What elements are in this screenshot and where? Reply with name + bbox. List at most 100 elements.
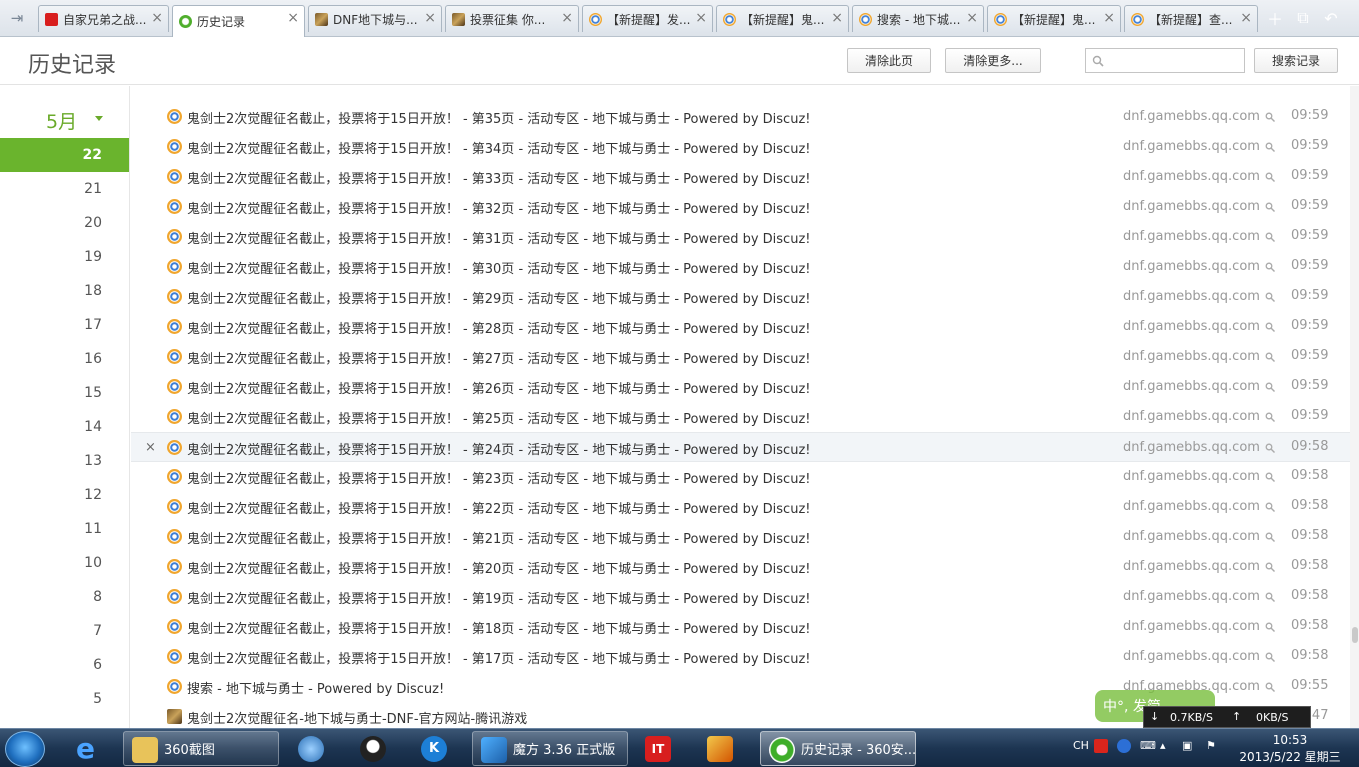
taskbar-item-mofang[interactable]: 魔方 3.36 正式版 <box>472 731 628 766</box>
history-row[interactable]: 鬼剑士2次觉醒征名截止，投票将于15日开放！ - 第22页 - 活动专区 - 地… <box>131 492 1350 522</box>
day-item[interactable]: 12 <box>12 478 102 512</box>
search-domain-icon[interactable] <box>1265 682 1275 692</box>
history-row[interactable]: 鬼剑士2次觉醒征名截止，投票将于15日开放！ - 第28页 - 活动专区 - 地… <box>131 312 1350 342</box>
history-title-link[interactable]: 搜索 - 地下城与勇士 - Powered by Discuz! <box>187 678 444 697</box>
action-center-flag-icon[interactable]: ⚑ <box>1206 739 1216 752</box>
day-item[interactable]: 16 <box>12 342 102 376</box>
search-domain-icon[interactable] <box>1265 202 1275 212</box>
new-tab-button[interactable]: ＋ <box>1262 6 1288 30</box>
close-tab-icon[interactable]: × <box>831 11 843 25</box>
month-dropdown[interactable]: 5月 <box>0 100 129 140</box>
history-row[interactable]: 鬼剑士2次觉醒征名截止，投票将于15日开放！ - 第34页 - 活动专区 - 地… <box>131 132 1350 162</box>
taskbar-item-browser[interactable]: 历史记录 - 360安... <box>760 731 916 766</box>
history-title-link[interactable]: 鬼剑士2次觉醒征名截止，投票将于15日开放！ - 第31页 - 活动专区 - 地… <box>187 228 810 247</box>
day-item[interactable]: 17 <box>12 308 102 342</box>
close-tab-icon[interactable]: × <box>966 11 978 25</box>
day-item[interactable]: 21 <box>12 172 102 206</box>
search-domain-icon[interactable] <box>1265 443 1275 453</box>
history-title-link[interactable]: 鬼剑士2次觉醒征名-地下城与勇士-DNF-官方网站-腾讯游戏 <box>187 708 527 727</box>
start-button[interactable] <box>5 731 45 767</box>
qq-icon[interactable] <box>356 731 394 766</box>
restore-tabs-icon[interactable]: ⧉ <box>1290 6 1316 30</box>
close-tab-icon[interactable]: × <box>561 11 573 25</box>
day-item[interactable]: 14 <box>12 410 102 444</box>
sogou-ime-icon[interactable] <box>1094 739 1108 753</box>
search-domain-icon[interactable] <box>1265 622 1275 632</box>
history-row[interactable]: 鬼剑士2次觉醒征名截止，投票将于15日开放！ - 第25页 - 活动专区 - 地… <box>131 402 1350 432</box>
browser-tab[interactable]: DNF地下城与... × <box>308 5 442 32</box>
history-title-link[interactable]: 鬼剑士2次觉醒征名截止，投票将于15日开放！ - 第21页 - 活动专区 - 地… <box>187 528 810 547</box>
browser-tab[interactable]: 历史记录 × <box>172 5 305 37</box>
day-item[interactable]: 13 <box>12 444 102 478</box>
close-tab-icon[interactable]: × <box>151 11 163 25</box>
history-row[interactable]: 鬼剑士2次觉醒征名截止，投票将于15日开放！ - 第32页 - 活动专区 - 地… <box>131 192 1350 222</box>
clear-more-button[interactable]: 清除更多... <box>945 48 1041 73</box>
browser-tab[interactable]: 【新提醒】鬼... × <box>716 5 849 32</box>
history-title-link[interactable]: 鬼剑士2次觉醒征名截止，投票将于15日开放！ - 第17页 - 活动专区 - 地… <box>187 648 810 667</box>
history-title-link[interactable]: 鬼剑士2次觉醒征名截止，投票将于15日开放！ - 第35页 - 活动专区 - 地… <box>187 108 810 127</box>
search-domain-icon[interactable] <box>1265 562 1275 572</box>
search-domain-icon[interactable] <box>1265 172 1275 182</box>
history-row[interactable]: × 鬼剑士2次觉醒征名截止，投票将于15日开放！ - 第24页 - 活动专区 - … <box>131 432 1350 462</box>
history-row[interactable]: 鬼剑士2次觉醒征名截止，投票将于15日开放！ - 第20页 - 活动专区 - 地… <box>131 552 1350 582</box>
history-title-link[interactable]: 鬼剑士2次觉醒征名截止，投票将于15日开放！ - 第23页 - 活动专区 - 地… <box>187 468 810 487</box>
history-title-link[interactable]: 鬼剑士2次觉醒征名截止，投票将于15日开放！ - 第28页 - 活动专区 - 地… <box>187 318 810 337</box>
undo-close-tab-icon[interactable]: ↶ <box>1318 6 1344 30</box>
search-domain-icon[interactable] <box>1265 652 1275 662</box>
history-title-link[interactable]: 鬼剑士2次觉醒征名截止，投票将于15日开放！ - 第20页 - 活动专区 - 地… <box>187 558 810 577</box>
history-title-link[interactable]: 鬼剑士2次觉醒征名截止，投票将于15日开放！ - 第25页 - 活动专区 - 地… <box>187 408 810 427</box>
history-title-link[interactable]: 鬼剑士2次觉醒征名截止，投票将于15日开放！ - 第30页 - 活动专区 - 地… <box>187 258 810 277</box>
history-title-link[interactable]: 鬼剑士2次觉醒征名截止，投票将于15日开放！ - 第19页 - 活动专区 - 地… <box>187 588 810 607</box>
help-icon[interactable] <box>1117 739 1131 753</box>
history-title-link[interactable]: 鬼剑士2次觉醒征名截止，投票将于15日开放！ - 第18页 - 活动专区 - 地… <box>187 618 810 637</box>
day-item[interactable]: 8 <box>12 580 102 614</box>
clock[interactable]: 10:53 2013/5/22 星期三 <box>1230 732 1350 766</box>
clear-page-button[interactable]: 清除此页 <box>847 48 931 73</box>
browser-tab[interactable]: 搜索 - 地下城... × <box>852 5 984 32</box>
close-tab-icon[interactable]: × <box>695 11 707 25</box>
history-title-link[interactable]: 鬼剑士2次觉醒征名截止，投票将于15日开放！ - 第26页 - 活动专区 - 地… <box>187 378 810 397</box>
network-icon[interactable]: ▣ <box>1182 739 1192 752</box>
day-item[interactable]: 15 <box>12 376 102 410</box>
search-domain-icon[interactable] <box>1265 322 1275 332</box>
search-domain-icon[interactable] <box>1265 232 1275 242</box>
browser-tab[interactable]: 投票征集 你... × <box>445 5 579 32</box>
search-domain-icon[interactable] <box>1265 472 1275 482</box>
search-domain-icon[interactable] <box>1265 532 1275 542</box>
history-title-link[interactable]: 鬼剑士2次觉醒征名截止，投票将于15日开放！ - 第27页 - 活动专区 - 地… <box>187 348 810 367</box>
day-item[interactable]: 22 <box>0 138 129 172</box>
sidebar-toggle-icon[interactable]: ⇥ <box>0 5 34 31</box>
media-player-icon[interactable] <box>294 731 332 766</box>
history-title-link[interactable]: 鬼剑士2次觉醒征名截止，投票将于15日开放！ - 第29页 - 活动专区 - 地… <box>187 288 810 307</box>
history-row[interactable]: 鬼剑士2次觉醒征名截止，投票将于15日开放！ - 第19页 - 活动专区 - 地… <box>131 582 1350 612</box>
keyboard-icon[interactable]: ⌨ <box>1140 739 1156 752</box>
history-row[interactable]: 鬼剑士2次觉醒征名截止，投票将于15日开放！ - 第31页 - 活动专区 - 地… <box>131 222 1350 252</box>
search-domain-icon[interactable] <box>1265 412 1275 422</box>
history-row[interactable]: 鬼剑士2次觉醒征名截止，投票将于15日开放！ - 第18页 - 活动专区 - 地… <box>131 612 1350 642</box>
history-title-link[interactable]: 鬼剑士2次觉醒征名截止，投票将于15日开放！ - 第22页 - 活动专区 - 地… <box>187 498 810 517</box>
browser-tab[interactable]: 【新提醒】鬼... × <box>987 5 1121 32</box>
search-domain-icon[interactable] <box>1265 352 1275 362</box>
close-tab-icon[interactable]: × <box>1240 11 1252 25</box>
history-title-link[interactable]: 鬼剑士2次觉醒征名截止，投票将于15日开放！ - 第33页 - 活动专区 - 地… <box>187 168 810 187</box>
history-row[interactable]: 鬼剑士2次觉醒征名截止，投票将于15日开放！ - 第30页 - 活动专区 - 地… <box>131 252 1350 282</box>
search-domain-icon[interactable] <box>1265 112 1275 122</box>
browser-tab[interactable]: 【新提醒】发... × <box>582 5 713 32</box>
history-row[interactable]: 鬼剑士2次觉醒征名截止，投票将于15日开放！ - 第17页 - 活动专区 - 地… <box>131 642 1350 672</box>
ie-icon[interactable]: e <box>70 731 112 766</box>
browser-tab[interactable]: 自家兄弟之战... × <box>38 5 169 32</box>
tray-language[interactable]: CH <box>1073 739 1089 752</box>
taskbar-item-screenshots[interactable]: 360截图 <box>123 731 279 766</box>
day-item[interactable]: 18 <box>12 274 102 308</box>
search-input[interactable] <box>1108 51 1240 70</box>
search-history-button[interactable]: 搜索记录 <box>1254 48 1338 73</box>
day-item[interactable]: 19 <box>12 240 102 274</box>
day-item[interactable]: 20 <box>12 206 102 240</box>
history-title-link[interactable]: 鬼剑士2次觉醒征名截止，投票将于15日开放！ - 第34页 - 活动专区 - 地… <box>187 138 810 157</box>
day-item[interactable]: 10 <box>12 546 102 580</box>
day-item[interactable]: 11 <box>12 512 102 546</box>
tray-expand-icon[interactable]: ▴ <box>1160 739 1166 752</box>
game-launcher-icon[interactable] <box>703 731 741 766</box>
scrollbar-thumb[interactable] <box>1352 627 1358 643</box>
history-title-link[interactable]: 鬼剑士2次觉醒征名截止，投票将于15日开放！ - 第32页 - 活动专区 - 地… <box>187 198 810 217</box>
